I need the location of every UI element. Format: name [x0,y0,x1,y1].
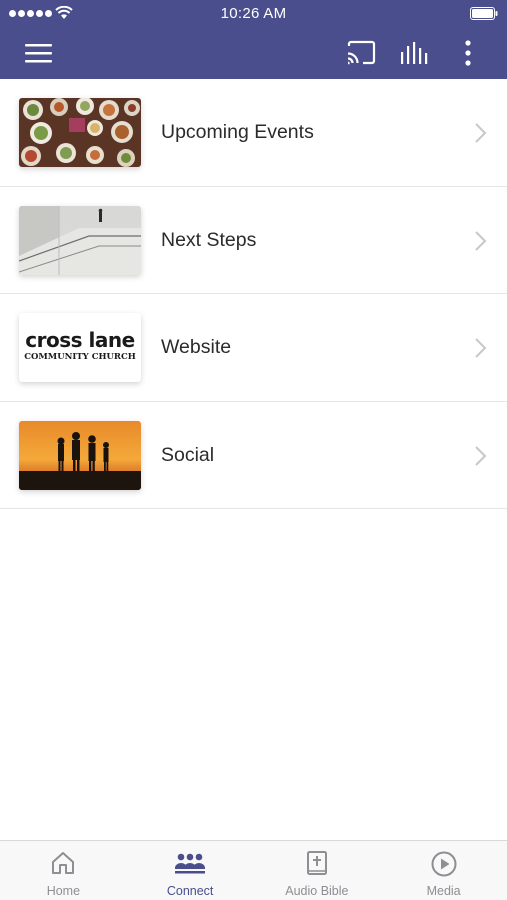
tab-media[interactable]: Media [380,841,507,900]
toolbar [0,28,507,79]
cast-icon[interactable] [345,40,377,66]
tab-label: Connect [166,884,214,898]
logo-subtext: COMMUNITY CHURCH [24,352,136,362]
tab-connect[interactable]: Connect [127,841,254,900]
connect-list: Upcoming Events Next Steps cross lane CO… [0,79,507,509]
audio-bars-icon[interactable] [399,40,431,66]
staircase-photo [19,205,141,275]
chevron-right-icon [475,123,487,143]
food-table-photo [19,98,141,167]
tab-label: Audio Bible [285,884,349,898]
logo-text: cross lane [25,328,135,352]
hamburger-menu-icon[interactable] [24,40,54,66]
list-item-label: Website [161,336,232,358]
list-item-label: Next Steps [161,228,257,251]
chevron-right-icon [475,230,487,251]
people-icon [175,853,206,874]
tab-label: Media [426,884,461,898]
sunset-family-photo [19,420,141,490]
list-item-upcoming-events[interactable]: Upcoming Events [0,79,507,187]
list-item-next-steps[interactable]: Next Steps [0,186,507,294]
bottom-tab-bar: Home Connect Audio Bible Media [0,840,507,900]
battery-icon [470,7,498,20]
status-time: 10:26 AM [220,5,287,22]
list-item-label: Upcoming Events [161,121,314,143]
status-bar: 10:26 AM [0,0,507,28]
tab-audio-bible[interactable]: Audio Bible [254,841,381,900]
app-header: 10:26 AM [0,0,507,79]
list-item-label: Social [161,443,215,466]
more-vertical-icon[interactable] [456,38,480,68]
chevron-right-icon [475,338,487,358]
tab-home[interactable]: Home [0,841,127,900]
tab-label: Home [46,884,81,898]
bible-icon [306,851,327,875]
chevron-right-icon [475,445,487,466]
home-icon [52,852,75,874]
cross-lane-logo: cross lane COMMUNITY CHURCH [19,313,141,382]
list-item-social[interactable]: Social [0,401,507,509]
list-item-website[interactable]: cross lane COMMUNITY CHURCH Website [0,294,507,402]
play-circle-icon [431,851,457,877]
